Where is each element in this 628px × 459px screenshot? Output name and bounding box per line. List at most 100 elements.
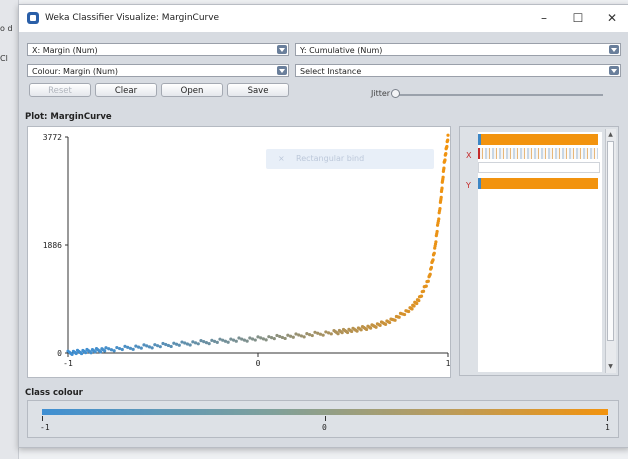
data-point (196, 342, 200, 346)
y-tick-label: 0 (57, 349, 62, 358)
data-point (446, 138, 450, 142)
attribute-bar[interactable] (478, 178, 598, 189)
data-point (329, 332, 333, 336)
open-button[interactable]: Open (161, 83, 223, 97)
plot-panel[interactable]: 0 1886 3772 -1 0 1 × Rectangular bind (27, 126, 451, 378)
tooltip-icon: × (278, 154, 285, 163)
clear-button[interactable]: Clear (95, 83, 157, 97)
reset-button[interactable]: Reset (29, 83, 91, 97)
data-point (359, 328, 363, 332)
chevron-down-icon[interactable] (609, 45, 619, 54)
jitter-slider-track[interactable] (393, 94, 603, 96)
class-colour-tick (607, 416, 608, 421)
y-axis-select-value: Y: Cumulative (Num) (300, 46, 383, 55)
data-point (302, 335, 306, 339)
select-instance-value: Select Instance (300, 67, 362, 76)
data-point (428, 272, 432, 276)
data-point (435, 229, 439, 234)
data-point (150, 346, 154, 350)
data-point (419, 294, 424, 298)
data-point (340, 331, 344, 335)
class-colour-panel: -1 0 1 (27, 400, 619, 438)
data-point (89, 351, 93, 355)
scrollbar-thumb[interactable] (607, 141, 614, 341)
data-point (350, 329, 354, 334)
data-point (177, 343, 181, 347)
data-point (253, 338, 257, 342)
select-instance-select[interactable]: Select Instance (295, 64, 621, 77)
data-point (397, 315, 401, 319)
chevron-down-icon[interactable] (277, 66, 287, 75)
maximize-button[interactable]: ☐ (567, 10, 589, 26)
data-point (283, 336, 287, 341)
data-point (432, 251, 436, 255)
chevron-down-icon[interactable] (277, 45, 287, 54)
data-point (98, 350, 103, 354)
data-point (324, 330, 328, 334)
data-point (443, 158, 447, 162)
data-point (441, 175, 445, 179)
rectangular-bind-tooltip: × Rectangular bind (266, 149, 434, 169)
attribute-scrollbar[interactable]: ▲ ▼ (605, 129, 616, 373)
class-colour-tick (325, 416, 326, 421)
attribute-bar-marker (478, 148, 480, 159)
data-point (245, 339, 249, 343)
data-point (321, 333, 325, 337)
data-point (402, 312, 407, 317)
title-bar[interactable]: Weka Classifier Visualize: MarginCurve –… (19, 5, 628, 32)
save-button[interactable]: Save (227, 83, 289, 97)
scroll-down-icon[interactable]: ▼ (607, 362, 614, 371)
data-point (299, 334, 304, 338)
attribute-bar[interactable] (478, 162, 600, 173)
data-point (442, 166, 446, 170)
class-colour-gradient (42, 409, 608, 415)
chevron-down-icon[interactable] (609, 66, 619, 75)
close-button[interactable]: ✕ (601, 10, 623, 26)
window-title: Weka Classifier Visualize: MarginCurve (45, 13, 220, 23)
class-colour-max-label: 1 (605, 423, 610, 432)
data-point (188, 343, 192, 347)
y-tick-label: 1886 (43, 241, 62, 250)
data-point (291, 335, 295, 339)
x-tick-label: -1 (63, 359, 73, 368)
data-point (407, 309, 411, 314)
data-point (345, 330, 350, 335)
scroll-up-icon[interactable]: ▲ (607, 130, 614, 139)
data-point (305, 332, 309, 336)
x-tick-label: 0 (256, 359, 261, 368)
attribute-bars-list (478, 132, 602, 372)
data-point (316, 331, 320, 335)
data-point (437, 217, 441, 221)
attribute-bar[interactable] (478, 134, 598, 145)
x-tick-label: 1 (446, 359, 450, 368)
data-point (431, 258, 435, 262)
data-point (378, 323, 382, 328)
attribute-bar-marker (478, 134, 481, 145)
class-colour-tick (42, 416, 43, 421)
data-point (226, 340, 230, 344)
jitter-slider-knob[interactable] (391, 89, 400, 98)
colour-select-value: Colour: Margin (Num) (32, 67, 119, 76)
data-point (84, 351, 88, 355)
data-point (445, 144, 449, 149)
background-window-text: Cl (0, 54, 8, 63)
data-point (393, 318, 397, 322)
data-point (70, 352, 74, 357)
x-axis-select[interactable]: X: Margin (Num) (27, 43, 289, 56)
data-point (424, 284, 428, 288)
data-point (307, 332, 312, 337)
data-point (120, 347, 124, 352)
colour-select[interactable]: Colour: Margin (Num) (27, 64, 289, 77)
data-point (415, 301, 419, 306)
data-point (112, 349, 116, 353)
data-point (429, 265, 434, 270)
data-point (434, 240, 438, 244)
y-axis-select[interactable]: Y: Cumulative (Num) (295, 43, 621, 56)
data-point (426, 279, 430, 283)
data-point (93, 350, 97, 354)
data-point (131, 347, 135, 351)
data-point (364, 327, 369, 332)
data-point (103, 349, 107, 353)
minimize-button[interactable]: – (533, 10, 555, 26)
attribute-bar[interactable] (478, 148, 598, 159)
